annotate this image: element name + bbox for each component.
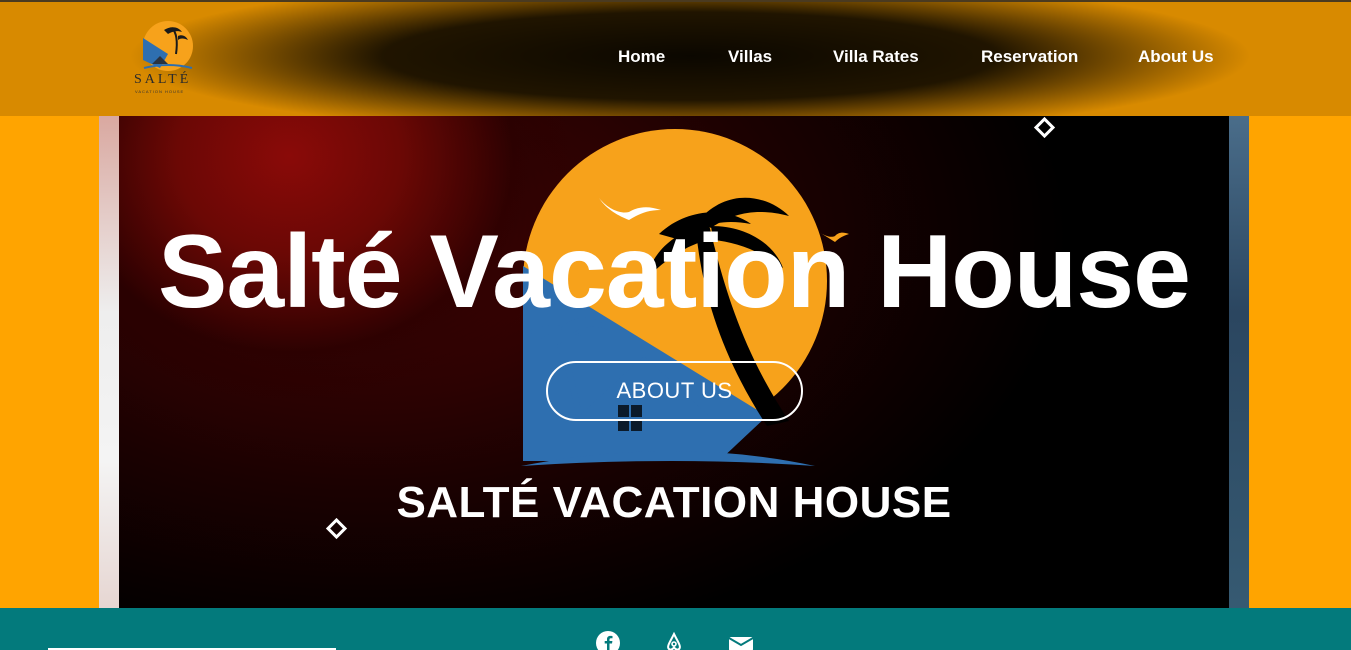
header-content: SALTÉ VACATION HOUSE Home Villas Villa R… bbox=[0, 0, 1351, 116]
about-us-button[interactable]: ABOUT US bbox=[546, 361, 803, 421]
hero-title: Salté Vacation House bbox=[158, 214, 1191, 330]
hero-brand-text: SALTÉ VACATION HOUSE bbox=[396, 478, 952, 527]
nav-item-villa-rates[interactable]: Villa Rates bbox=[833, 47, 919, 67]
envelope-icon[interactable] bbox=[728, 630, 754, 650]
nav-item-reservation[interactable]: Reservation bbox=[981, 47, 1078, 67]
logo-wordmark: SALTÉ bbox=[134, 72, 192, 87]
nav-item-villas[interactable]: Villas bbox=[728, 47, 772, 67]
main-nav: Home Villas Villa Rates Reservation Abou… bbox=[0, 47, 1351, 71]
logo-subtitle: VACATION HOUSE bbox=[135, 89, 185, 94]
nav-item-home[interactable]: Home bbox=[618, 47, 665, 67]
nav-item-about-us[interactable]: About Us bbox=[1138, 47, 1214, 67]
facebook-icon[interactable] bbox=[595, 630, 621, 650]
site-footer bbox=[0, 608, 1351, 650]
airbnb-icon[interactable] bbox=[661, 630, 687, 650]
hero-section: Salté Vacation House ABOUT US SALTÉ VACA… bbox=[99, 116, 1249, 608]
